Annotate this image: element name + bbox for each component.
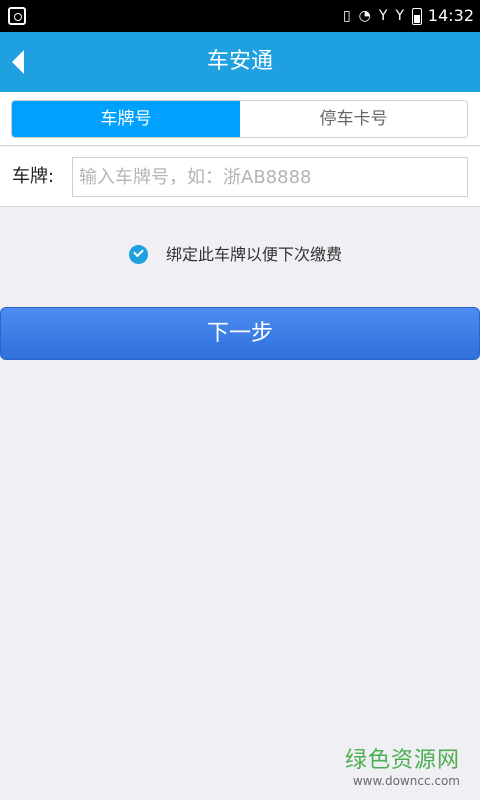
watermark: 绿色资源网 www.downcc.com: [345, 748, 460, 788]
page-title: 车安通: [206, 49, 273, 74]
screenshot-icon: [8, 7, 26, 25]
bind-row: 绑定此车牌以便下次缴费: [0, 240, 480, 270]
bind-label: 绑定此车牌以便下次缴费: [166, 245, 343, 264]
status-time: 14:32: [427, 6, 474, 25]
wifi-icon: ◔: [358, 8, 371, 24]
next-button[interactable]: 下一步: [0, 307, 480, 360]
bind-checkbox[interactable]: [129, 245, 148, 264]
status-bar: ▯ ◔ Y Y 14:32: [0, 0, 480, 32]
status-icons: ▯ ◔ Y Y: [343, 6, 422, 26]
tab-bar: 车牌号 停车卡号: [11, 100, 468, 138]
signal-1-icon: Y: [378, 8, 388, 24]
title-bar: 车安通: [0, 32, 480, 92]
tab-parking-card[interactable]: 停车卡号: [240, 101, 467, 137]
plate-row: 车牌:: [0, 147, 480, 207]
tab-bar-container: 车牌号 停车卡号: [0, 92, 480, 146]
vibrate-icon: ▯: [342, 8, 351, 24]
plate-input[interactable]: [72, 157, 468, 197]
watermark-url: www.downcc.com: [352, 774, 460, 788]
signal-2-icon: Y: [395, 8, 404, 24]
plate-label: 车牌:: [12, 166, 55, 187]
tab-plate-number[interactable]: 车牌号: [12, 101, 240, 137]
battery-icon: [412, 7, 422, 25]
watermark-main: 绿色资源网: [344, 748, 460, 773]
